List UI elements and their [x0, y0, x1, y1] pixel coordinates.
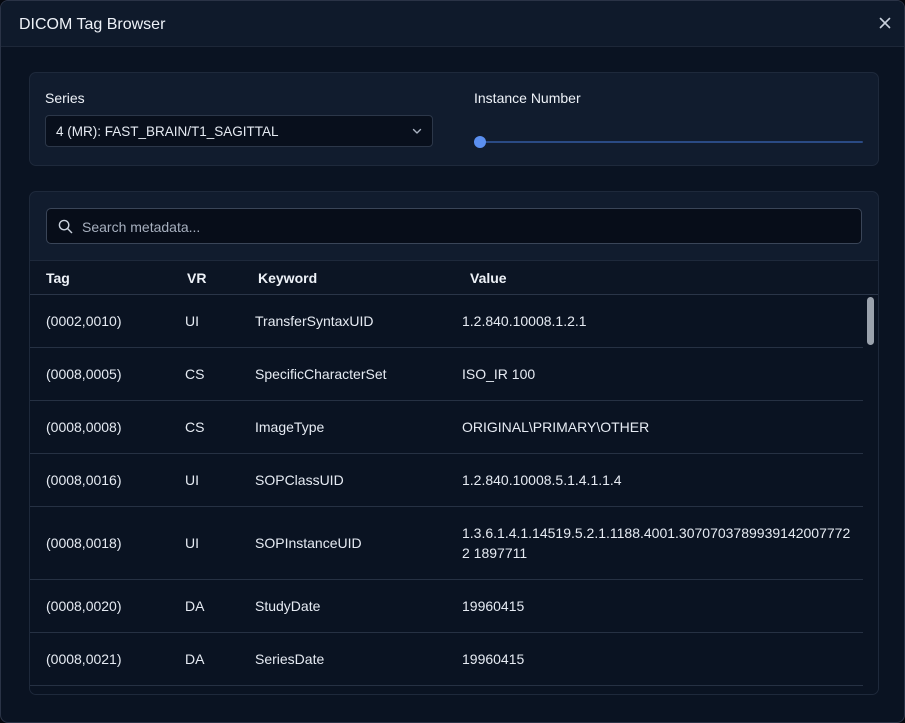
- cell-vr: DA: [185, 651, 205, 667]
- cell-keyword: TransferSyntaxUID: [255, 313, 374, 329]
- cell-keyword: SpecificCharacterSet: [255, 366, 387, 382]
- column-header-tag[interactable]: Tag: [46, 270, 70, 286]
- table-row[interactable]: (0008,0016) UI SOPClassUID 1.2.840.10008…: [30, 454, 863, 507]
- cell-value: 19960415: [462, 598, 525, 614]
- cell-tag: (0008,0005): [46, 366, 122, 382]
- search-box[interactable]: [46, 208, 862, 245]
- cell-tag: (0008,0018): [46, 535, 122, 551]
- cell-vr: UI: [185, 313, 199, 329]
- series-select-value: 4 (MR): FAST_BRAIN/T1_SAGITTAL: [56, 124, 279, 139]
- series-label: Series: [45, 90, 85, 106]
- dialog-header: DICOM Tag Browser: [1, 1, 904, 47]
- table-scroll-track[interactable]: [863, 295, 878, 694]
- cell-value: 1.2.840.10008.5.1.4.1.1.4: [462, 472, 622, 488]
- instance-slider-thumb[interactable]: [474, 136, 486, 148]
- cell-vr: UI: [185, 472, 199, 488]
- dialog-title: DICOM Tag Browser: [19, 16, 166, 33]
- table-body: (0002,0010) UI TransferSyntaxUID 1.2.840…: [30, 295, 863, 694]
- cell-keyword: SOPInstanceUID: [255, 535, 362, 551]
- cell-vr: DA: [185, 598, 205, 614]
- instance-number-label: Instance Number: [474, 90, 581, 106]
- cell-value: 1.2.840.10008.1.2.1: [462, 313, 587, 329]
- search-icon: [58, 219, 73, 234]
- search-input[interactable]: [80, 209, 854, 245]
- cell-vr: UI: [185, 535, 199, 551]
- cell-keyword: ImageType: [255, 419, 325, 435]
- column-header-value[interactable]: Value: [470, 270, 507, 286]
- cell-value: ORIGINAL\PRIMARY\OTHER: [462, 419, 650, 435]
- table-scrollbar-thumb[interactable]: [867, 297, 874, 345]
- cell-vr: CS: [185, 419, 205, 435]
- cell-value: ISO_IR 100: [462, 366, 536, 382]
- column-header-keyword[interactable]: Keyword: [258, 270, 317, 286]
- close-button[interactable]: [877, 15, 893, 31]
- cell-keyword: SeriesDate: [255, 651, 325, 667]
- table-row[interactable]: (0002,0010) UI TransferSyntaxUID 1.2.840…: [30, 295, 863, 348]
- cell-tag: (0008,0008): [46, 419, 122, 435]
- cell-vr: CS: [185, 366, 205, 382]
- table-row[interactable]: (0008,0020) DA StudyDate 19960415: [30, 580, 863, 633]
- cell-value: 19960415: [462, 651, 525, 667]
- cell-tag: (0008,0021): [46, 651, 122, 667]
- table-header: Tag VR Keyword Value: [30, 260, 878, 295]
- chevron-down-icon: [412, 128, 422, 134]
- column-header-vr[interactable]: VR: [187, 270, 206, 286]
- metadata-panel: Tag VR Keyword Value (0002,0010) UI Tran…: [29, 191, 879, 695]
- dicom-tag-browser-dialog: DICOM Tag Browser Series 4 (MR): FAST_BR…: [0, 0, 905, 723]
- cell-tag: (0002,0010): [46, 313, 122, 329]
- series-instance-panel: Series 4 (MR): FAST_BRAIN/T1_SAGITTAL In…: [29, 72, 879, 166]
- instance-slider-track[interactable]: [480, 141, 863, 143]
- cell-keyword: SOPClassUID: [255, 472, 344, 488]
- table-row[interactable]: [30, 686, 863, 694]
- cell-tag: (0008,0020): [46, 598, 122, 614]
- cell-tag: (0008,0016): [46, 472, 122, 488]
- table-row[interactable]: (0008,0005) CS SpecificCharacterSet ISO_…: [30, 348, 863, 401]
- table-row[interactable]: (0008,0018) UI SOPInstanceUID 1.3.6.1.4.…: [30, 507, 863, 580]
- cell-value: 1.3.6.1.4.1.14519.5.2.1.1188.4001.307070…: [462, 525, 851, 561]
- series-select[interactable]: 4 (MR): FAST_BRAIN/T1_SAGITTAL: [45, 115, 433, 147]
- cell-keyword: StudyDate: [255, 598, 321, 614]
- close-icon: [879, 17, 891, 29]
- table-row[interactable]: (0008,0021) DA SeriesDate 19960415: [30, 633, 863, 686]
- table-row[interactable]: (0008,0008) CS ImageType ORIGINAL\PRIMAR…: [30, 401, 863, 454]
